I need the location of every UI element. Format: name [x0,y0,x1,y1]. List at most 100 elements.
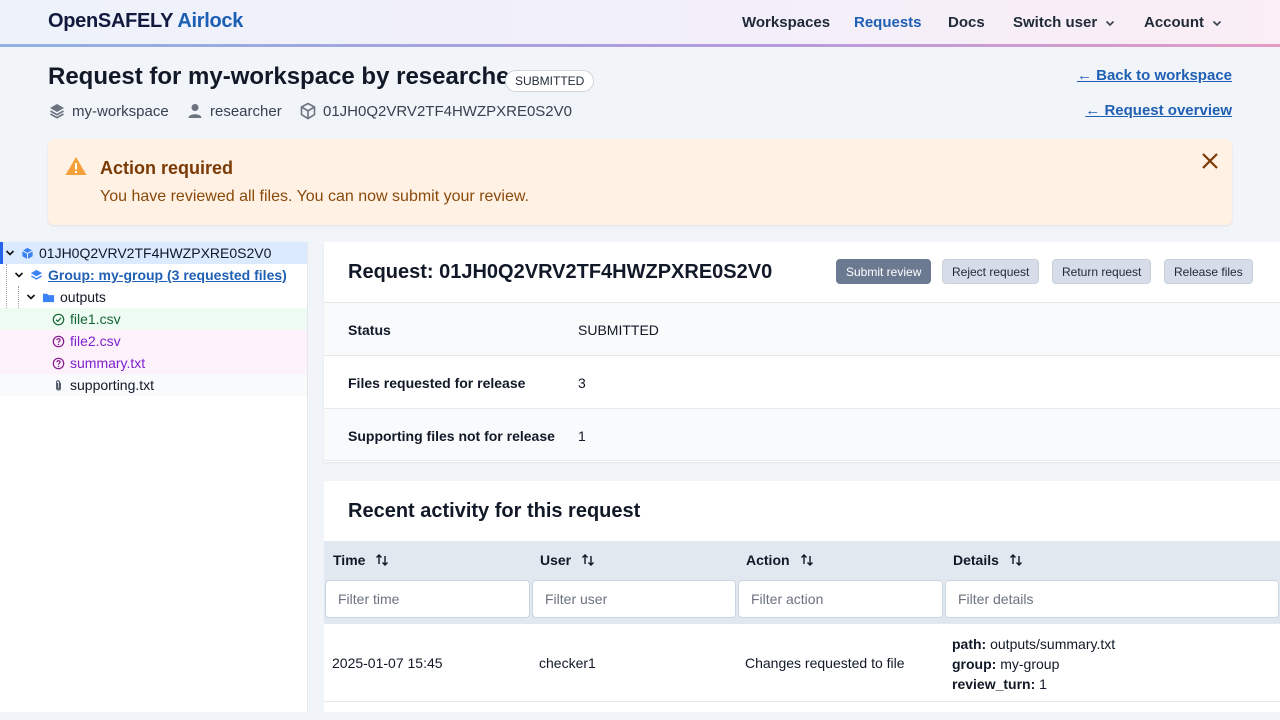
summary-row-files-requested: Files requested for release 3 [324,355,1280,408]
action-required-alert: Action required You have reviewed all fi… [48,139,1232,225]
tree-item-file[interactable]: summary.txt [0,352,307,374]
question-circle-icon [52,357,65,369]
summary-row-status: Status SUBMITTED [324,302,1280,355]
summary-key: Files requested for release [348,375,526,391]
page-title: Request for my-workspace by researcher [48,63,519,90]
release-files-button[interactable]: Release files [1164,259,1253,284]
filter-user-input[interactable] [532,580,736,618]
sort-icon [376,554,389,566]
user-icon [188,104,202,118]
warning-icon [65,157,87,175]
tree-item-folder[interactable]: outputs [0,286,307,308]
tree-item-label: Group: my-group (3 requested files) [48,267,287,283]
tree-item-label: file2.csv [70,333,121,349]
chevron-down-icon [1212,20,1222,26]
chevron-down-icon [1106,20,1115,26]
top-navbar: OpenSAFELY Airlock Workspaces Requests D… [0,0,1280,44]
column-header-label: Time [333,552,366,568]
nav-docs-label: Docs [948,14,985,31]
reject-request-button[interactable]: Reject request [942,259,1040,284]
summary-value: 1 [578,428,586,444]
logo-airlock: Airlock [177,10,244,32]
check-circle-icon [52,313,65,325]
paperclip-icon [56,379,61,391]
meta-user-text: researcher [210,102,282,120]
alert-title: Action required [100,158,234,178]
column-header-label: User [540,552,572,568]
filter-details-input[interactable] [945,580,1279,618]
sort-icon [582,554,595,566]
close-icon[interactable] [1198,149,1222,173]
tree-item-label: outputs [60,289,106,305]
filter-time-input[interactable] [325,580,530,618]
sort-icon [800,554,813,566]
chevron-down-icon [14,272,24,278]
header-accent-line [0,44,1280,47]
activity-title: Recent activity for this request [348,500,641,522]
layers-icon [30,269,43,280]
request-panel-title: Request: 01JH0Q2VRV2TF4HWZPXRE0S2V0 [348,261,773,283]
nav-requests[interactable]: Requests [854,14,922,31]
tree-item-file[interactable]: supporting.txt [0,374,307,396]
nav-workspaces[interactable]: Workspaces [742,14,830,31]
file-tree: 01JH0Q2VRV2TF4HWZPXRE0S2V0 Group: my-gro… [0,242,308,712]
detail-value: 1 [1039,676,1047,692]
detail-group: group: my-group [952,654,1115,674]
logo-opensafely: OpenSAFELY [48,10,173,32]
detail-key: review_turn: [952,676,1036,692]
meta-user: researcher [186,102,282,120]
meta-workspace-text: my-workspace [72,102,169,120]
layers-icon [50,104,64,119]
tree-item-label: supporting.txt [70,377,155,393]
question-circle-icon [52,335,65,347]
column-header-action[interactable]: Action [746,552,814,568]
nav-workspaces-label: Workspaces [742,14,831,31]
nav-account[interactable]: Account [1144,14,1224,31]
summary-key: Status [348,322,391,338]
nav-requests-label: Requests [854,14,922,31]
tree-item-group[interactable]: Group: my-group (3 requested files) [0,264,307,286]
tree-item-request[interactable]: 01JH0Q2VRV2TF4HWZPXRE0S2V0 [0,242,307,264]
nav-docs[interactable]: Docs [948,14,985,31]
column-header-user[interactable]: User [540,552,595,568]
tree-item-file[interactable]: file1.csv [0,308,307,330]
detail-value: my-group [1000,656,1060,672]
column-header-label: Action [746,552,790,568]
cube-icon [22,247,33,259]
meta-workspace: my-workspace [48,102,169,120]
detail-key: group: [952,656,997,672]
summary-value: 3 [578,375,586,391]
app-logo[interactable]: OpenSAFELY Airlock [48,10,243,33]
back-to-workspace-link[interactable]: ← Back to workspace [1077,67,1232,84]
nav-account-label: Account [1144,14,1204,31]
sort-icon [1009,554,1022,566]
detail-path: path: outputs/summary.txt [952,634,1115,654]
table-row: 2025-01-07 15:45 checker1 Changes reques… [324,624,1280,702]
alert-message: You have reviewed all files. You can now… [100,188,529,205]
tree-item-file[interactable]: file2.csv [0,330,307,352]
cell-user: checker1 [539,655,596,671]
summary-key: Supporting files not for release [348,428,555,444]
folder-open-icon [42,293,55,302]
status-badge: SUBMITTED [505,70,595,92]
submit-review-button[interactable]: Submit review [836,259,932,284]
detail-value: outputs/summary.txt [990,636,1116,652]
nav-switch-user-label: Switch user [1013,14,1098,31]
request-overview-link[interactable]: ← Request overview [1085,102,1232,119]
tree-item-label: 01JH0Q2VRV2TF4HWZPXRE0S2V0 [39,245,272,261]
request-panel: Request: 01JH0Q2VRV2TF4HWZPXRE0S2V0 Subm… [324,242,1280,462]
column-header-time[interactable]: Time [333,552,389,568]
column-header-details[interactable]: Details [953,552,1023,568]
chevron-down-icon [26,294,36,300]
detail-key: path: [952,636,987,652]
return-request-button[interactable]: Return request [1052,259,1152,284]
cell-action: Changes requested to file [745,655,905,671]
filter-action-input[interactable] [738,580,943,618]
tree-item-label: file1.csv [70,311,121,327]
activity-panel: Recent activity for this request Time Us… [324,481,1280,712]
activity-table-header: Time User Action Details [324,541,1280,624]
meta-request-id-text: 01JH0Q2VRV2TF4HWZPXRE0S2V0 [323,102,572,120]
tree-item-label: summary.txt [70,355,146,371]
nav-switch-user[interactable]: Switch user [1013,14,1117,31]
column-header-label: Details [953,552,999,568]
